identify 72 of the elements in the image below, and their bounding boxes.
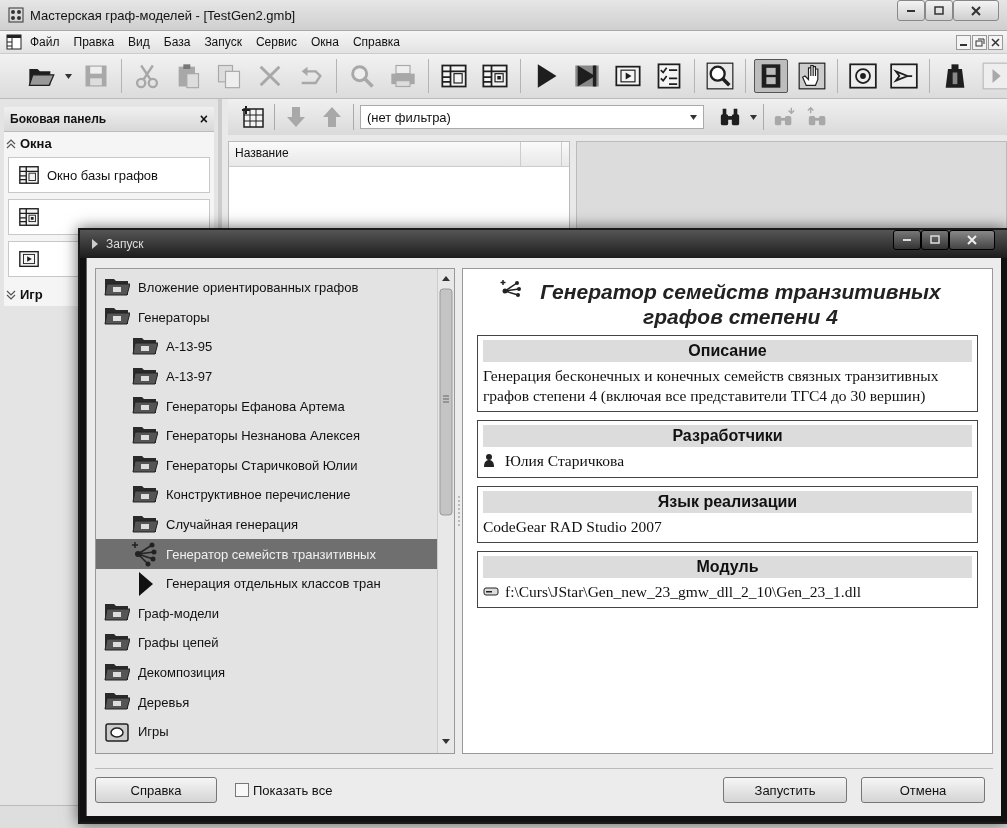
close-button[interactable] xyxy=(953,0,999,21)
maximize-icon xyxy=(929,235,941,245)
window-title: Мастерская граф-моделей - [TestGen2.gmb] xyxy=(30,7,297,23)
minimize-icon xyxy=(905,9,917,12)
tree-item[interactable]: Генератор семейств транзитивных xyxy=(96,539,437,569)
scrollbar[interactable] xyxy=(437,269,454,753)
menu-item[interactable]: Правка xyxy=(67,33,121,51)
section-heading: Разработчики xyxy=(483,425,972,448)
tree-item[interactable]: Генераторы Старичковой Юлии xyxy=(96,450,437,481)
menu-item[interactable]: Окна xyxy=(305,33,345,51)
menu-item[interactable]: Справка xyxy=(346,33,406,51)
group-header[interactable]: Окна xyxy=(20,136,52,151)
close-button[interactable]: × xyxy=(199,111,208,127)
grid-icon[interactable] xyxy=(6,34,22,50)
minimize-button[interactable] xyxy=(897,0,925,21)
tree-item[interactable]: Деревья xyxy=(96,687,437,717)
section-heading: Модуль xyxy=(483,555,972,578)
tree-item[interactable]: Конструктивное перечисление xyxy=(96,480,437,510)
cancel-button[interactable]: Отмена xyxy=(861,777,985,803)
program-title: Генератор семейств транзитивных графов степени 4 xyxy=(539,279,942,330)
minimize-icon[interactable] xyxy=(956,34,971,50)
sidebar-item[interactable]: Окно базы графов xyxy=(8,157,210,193)
filter-dropdown[interactable]: (нет фильтра) xyxy=(360,105,704,129)
section-heading: Описание xyxy=(483,340,972,363)
close-icon xyxy=(970,5,982,16)
tree-item[interactable]: Генерация отдельных классов тран xyxy=(96,568,437,599)
tree-item[interactable]: Случайная генерация xyxy=(96,509,437,540)
run-button[interactable]: Запустить xyxy=(723,777,847,803)
section-heading: Язык реализации xyxy=(483,490,972,513)
menu-item[interactable]: Запуск xyxy=(198,33,248,51)
tree-item[interactable]: Графы цепей xyxy=(96,628,437,658)
chevrons-up-icon[interactable] xyxy=(6,138,16,149)
caret-icon[interactable] xyxy=(65,73,72,79)
developer-name: Юлия Старичкова xyxy=(505,451,625,471)
checkbox-label[interactable]: Показать все xyxy=(253,782,333,798)
checkbox[interactable] xyxy=(235,783,249,797)
tree-item[interactable]: Игры xyxy=(96,716,437,747)
chevrons-down-icon[interactable] xyxy=(6,289,16,300)
tree-item[interactable]: Декомпозиция xyxy=(96,657,437,688)
maximize-icon xyxy=(933,5,945,16)
section-text: CodeGear RAD Studio 2007 xyxy=(483,516,662,536)
maximize-button[interactable] xyxy=(921,230,949,250)
menu-item[interactable]: Сервис xyxy=(249,33,303,51)
menu-item[interactable]: Вид xyxy=(122,33,156,51)
tree-item[interactable]: Вложение ориентированных графов xyxy=(96,273,437,303)
minimize-button[interactable] xyxy=(893,230,921,250)
caret-icon xyxy=(690,114,697,120)
help-button[interactable]: Справка xyxy=(95,777,217,803)
tree-item[interactable]: A-13-95 xyxy=(96,332,437,362)
maximize-button[interactable] xyxy=(925,0,953,21)
tree-item[interactable]: Генераторы Незнанова Алексея xyxy=(96,420,437,451)
tree-item[interactable]: Генераторы Ефанова Артема xyxy=(96,391,437,421)
splitter-grip-icon[interactable] xyxy=(457,496,460,526)
close-button[interactable] xyxy=(949,230,995,250)
minimize-icon xyxy=(901,239,913,241)
caret-icon[interactable] xyxy=(750,114,757,120)
section-text: Генерация бесконечных и конечных семейств связных транзитивных графов степени 4 (включая все представители ТГС4 до 30 вершин) xyxy=(483,366,940,406)
file-path: f:\Curs\JStar\Gen_new_23_gmw_dll_2_10\Gen_23_1.dll xyxy=(505,581,862,602)
tree-item[interactable]: A-13-97 xyxy=(96,361,437,392)
tree-item[interactable]: Генераторы xyxy=(96,302,437,333)
close-icon[interactable] xyxy=(988,34,1003,50)
film-icon[interactable] xyxy=(754,59,788,93)
node-fan-icon xyxy=(132,541,158,568)
group-header[interactable]: Игр xyxy=(20,287,43,302)
tree-item[interactable]: Граф-модели xyxy=(96,598,437,629)
dialog-title: Запуск xyxy=(106,237,145,251)
menu-item[interactable]: База xyxy=(157,33,197,51)
triangle-icon xyxy=(92,239,98,249)
menu-item[interactable]: Файл xyxy=(24,33,66,51)
app-grid-icon xyxy=(8,7,24,23)
close-icon xyxy=(966,235,978,245)
panel-title: Боковая панель xyxy=(10,112,107,126)
